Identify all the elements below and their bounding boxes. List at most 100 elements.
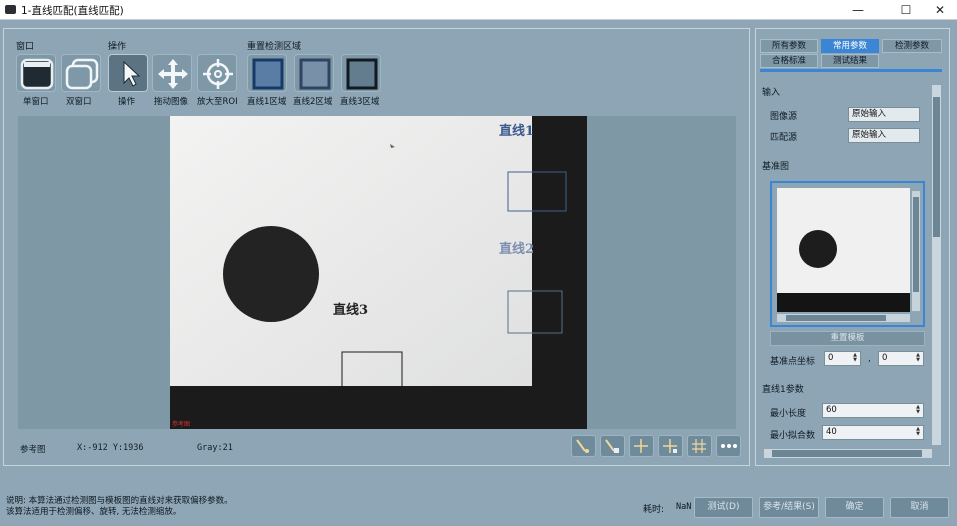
title-bar: 1-直线匹配(直线匹配) — ☐ ✕	[0, 0, 957, 20]
more-button[interactable]	[716, 435, 741, 457]
vertical-scrollbar-thumb[interactable]	[933, 97, 940, 237]
line1-label: 直线1	[499, 124, 535, 139]
match-source-select[interactable]: 原始输入	[848, 128, 920, 143]
tab-criteria[interactable]: 合格标准	[760, 54, 818, 68]
ref-x-stepper-icon[interactable]: ▲ ▼	[851, 353, 859, 364]
ok-button[interactable]: 确定	[825, 497, 884, 518]
single-window-icon	[20, 58, 54, 90]
line1-region-button[interactable]	[247, 54, 287, 92]
crosshair-icon	[203, 59, 233, 89]
description-line-1: 说明: 本算法通过检测图与模板图的直线对来获取偏移参数。	[6, 496, 233, 506]
test-button[interactable]: 测试(D)	[694, 497, 753, 518]
drag-image-button[interactable]	[152, 54, 192, 92]
line3-region-label: 直线3区域	[340, 97, 380, 107]
move-icon	[158, 59, 188, 89]
line2-region-icon	[299, 58, 331, 90]
maximize-button[interactable]: ☐	[888, 0, 924, 20]
min-fit-value: 40	[826, 427, 837, 437]
image-viewer[interactable]: 直线1 直线2 直线3 参考图	[18, 116, 736, 429]
ref-y-value: 0	[882, 353, 888, 363]
window-group-label: 窗口	[16, 42, 35, 52]
zoom-roi-button[interactable]	[197, 54, 237, 92]
line3-region-icon	[346, 58, 378, 90]
reference-image[interactable]: 直线1 直线2 直线3 参考图	[170, 116, 587, 429]
delete-point-button[interactable]	[658, 435, 683, 457]
reference-result-button[interactable]: 参考/结果(S)	[759, 497, 819, 518]
algorithm-description: 说明: 本算法通过检测图与模板图的直线对来获取偏移参数。 该算法适用于检测偏移、…	[6, 496, 233, 518]
tab-all-params[interactable]: 所有参数	[760, 39, 818, 53]
ref-x-input[interactable]: 0 ▲ ▼	[824, 351, 861, 366]
cancel-button[interactable]: 取消	[890, 497, 949, 518]
tab-test-result[interactable]: 测试结果	[821, 54, 879, 68]
main-panel: 窗口 操作 重置检测区域 单窗口 双窗口 操作 拖动图像 放大至ROI 直线1区…	[3, 28, 750, 466]
add-point-button[interactable]	[629, 435, 654, 457]
input-section-title: 输入	[762, 88, 781, 98]
minimize-button[interactable]: —	[840, 0, 876, 20]
min-fit-label: 最小拟合数	[770, 431, 816, 441]
drag-image-label: 拖动图像	[154, 97, 189, 107]
parameter-panel: 所有参数 常用参数 检测参数 合格标准 测试结果 输入 图像源 原始输入 匹配源…	[755, 28, 950, 466]
line1-region-icon	[252, 58, 284, 90]
ref-y-input[interactable]: 0 ▲ ▼	[878, 351, 924, 366]
cursor-icon	[123, 60, 141, 87]
line2-region-button[interactable]	[294, 54, 334, 92]
ref-x-value: 0	[828, 353, 834, 363]
reset-template-button[interactable]: 重置模板	[770, 331, 925, 346]
line1-params-title: 直线1参数	[762, 385, 804, 395]
line1-region-label: 直线1区域	[247, 97, 287, 107]
close-button[interactable]: ✕	[922, 0, 957, 20]
min-length-stepper-icon[interactable]: ▲ ▼	[914, 405, 922, 416]
vertical-scrollbar[interactable]	[932, 85, 941, 445]
more-icon	[721, 444, 737, 448]
crosshair-add-icon	[634, 439, 648, 453]
crosshair-delete-icon	[663, 439, 677, 453]
line3-region-button[interactable]	[341, 54, 381, 92]
inspection-image	[170, 116, 587, 429]
reference-section-title: 基准图	[762, 162, 790, 172]
operate-label: 操作	[118, 97, 136, 107]
description-line-2: 该算法适用于检测偏移、旋转, 无法检测缩放。	[6, 507, 182, 517]
dual-window-button[interactable]	[61, 54, 101, 92]
single-window-label: 单窗口	[23, 97, 49, 107]
min-fit-stepper-icon[interactable]: ▲ ▼	[914, 427, 922, 438]
grid-button[interactable]	[687, 435, 712, 457]
match-source-label: 匹配源	[770, 133, 798, 143]
zoom-roi-label: 放大至ROI	[197, 97, 238, 107]
elapsed-label: 耗时:	[643, 505, 665, 515]
cursor-coords: X:-912 Y:1936	[77, 443, 144, 453]
line2-label: 直线2	[499, 242, 535, 257]
operate-button[interactable]	[108, 54, 148, 92]
fit-line-delete-button[interactable]	[600, 435, 625, 457]
line2-region-label: 直线2区域	[293, 97, 333, 107]
tab-indicator	[760, 69, 942, 72]
dual-window-icon	[65, 58, 99, 90]
ref-separator: ,	[868, 354, 871, 364]
tab-detect-params[interactable]: 检测参数	[882, 39, 942, 53]
ref-y-stepper-icon[interactable]: ▲ ▼	[914, 353, 922, 364]
ref-point-label: 基准点坐标	[770, 357, 816, 367]
fit-line-button[interactable]	[571, 435, 596, 457]
line-tool-icon	[576, 439, 589, 453]
elapsed-value: NaN	[676, 502, 692, 512]
line-delete-icon	[605, 439, 619, 453]
tab-common-params[interactable]: 常用参数	[821, 39, 879, 53]
app-icon	[5, 5, 16, 14]
single-window-button[interactable]	[16, 54, 56, 92]
image-source-select[interactable]: 原始输入	[848, 107, 920, 122]
horizontal-scrollbar[interactable]	[764, 449, 932, 458]
horizontal-scrollbar-thumb[interactable]	[772, 450, 922, 457]
dual-window-label: 双窗口	[66, 97, 92, 107]
reference-thumbnail[interactable]	[770, 181, 925, 327]
min-fit-input[interactable]: 40 ▲ ▼	[822, 425, 924, 440]
min-length-label: 最小长度	[770, 409, 807, 419]
min-length-input[interactable]: 60 ▲ ▼	[822, 403, 924, 418]
image-corner-tag: 参考图	[172, 421, 191, 428]
min-length-value: 60	[826, 405, 837, 415]
gray-value: Gray:21	[197, 443, 233, 453]
window-title: 1-直线匹配(直线匹配)	[21, 5, 124, 17]
operation-group-label: 操作	[108, 42, 127, 52]
reference-thumbnail-image	[772, 183, 923, 325]
line3-label: 直线3	[333, 303, 369, 318]
grid-icon	[692, 439, 706, 453]
reset-region-group-label: 重置检测区域	[247, 42, 302, 52]
